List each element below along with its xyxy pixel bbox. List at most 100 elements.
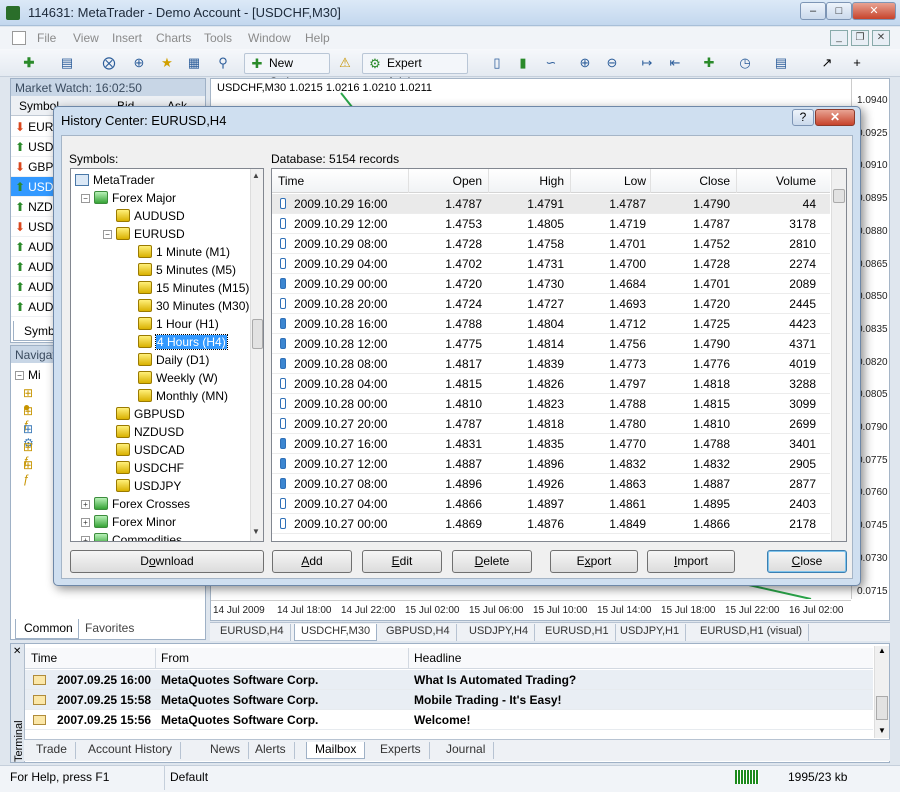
indicators-icon[interactable]: ✚ <box>698 53 720 73</box>
tab-favorites[interactable]: Favorites <box>85 621 134 635</box>
table-row[interactable]: 2009.10.27 20:00 1.4787 1.4818 1.4780 1.4810… <box>272 414 830 434</box>
chart-tab[interactable]: EURUSD,H4 <box>214 624 291 641</box>
chart-tab[interactable]: GBPUSD,H4 <box>380 624 457 641</box>
profiles-icon[interactable]: ▤ <box>56 53 78 73</box>
tree-item[interactable]: 1 Minute (M1) <box>75 243 249 261</box>
menu-view[interactable]: View <box>73 31 99 45</box>
autoscroll-icon[interactable]: ↦ <box>636 53 658 73</box>
minimize-button[interactable]: – <box>800 2 826 20</box>
tree-item[interactable]: Weekly (W) <box>75 369 249 387</box>
table-row[interactable]: 2009.10.28 08:00 1.4817 1.4839 1.4773 1.4776… <box>272 354 830 374</box>
data-window-icon[interactable]: ▦ <box>183 53 205 73</box>
favorites-icon[interactable]: ★ <box>156 53 178 73</box>
tree-item[interactable]: AUDUSD <box>75 207 249 225</box>
delete-button[interactable]: Delete <box>452 550 532 573</box>
col-open[interactable]: Open <box>410 174 482 188</box>
tree-item[interactable]: − EURUSD <box>75 225 249 243</box>
zoom-in-icon[interactable]: ⊕ <box>574 53 596 73</box>
mail-row[interactable]: 2007.09.25 16:00 MetaQuotes Software Corp… <box>25 670 873 690</box>
tab-common[interactable]: Common <box>15 619 79 639</box>
terminal-tab-alerts[interactable]: Alerts <box>247 742 295 759</box>
symbols-tree[interactable]: MetaTrader − Forex Major AUDUSD − EURUSD 1 Min… <box>70 168 264 542</box>
tree-item[interactable]: MetaTrader <box>75 171 249 189</box>
dialog-help-button[interactable]: ? <box>792 109 814 126</box>
expand-toggle-icon[interactable]: + <box>81 536 90 541</box>
table-scroll-thumb[interactable] <box>833 189 845 203</box>
menu-help[interactable]: Help <box>305 31 330 45</box>
chart-tab[interactable]: EURUSD,H1 <box>539 624 616 641</box>
tree-scroll-thumb[interactable] <box>252 319 263 349</box>
tree-item[interactable]: GBPUSD <box>75 405 249 423</box>
export-button[interactable]: Export <box>550 550 638 573</box>
terminal-scroll-thumb[interactable] <box>876 696 888 720</box>
expand-toggle-icon[interactable]: − <box>81 194 90 203</box>
tree-item[interactable]: 30 Minutes (M30) <box>75 297 249 315</box>
tree-item[interactable]: USDCAD <box>75 441 249 459</box>
close-button[interactable]: Close <box>767 550 847 573</box>
bar-chart-icon[interactable]: ▯ <box>486 53 508 73</box>
expert-advisors-button[interactable]: ⚙Expert Advisors <box>362 53 468 89</box>
custom-indicators-icon[interactable]: ⊞ ƒ <box>23 440 43 468</box>
zoom-out-icon[interactable]: ⊖ <box>601 53 623 73</box>
scroll-down-icon[interactable]: ▼ <box>878 726 886 735</box>
import-button[interactable]: Import <box>647 550 735 573</box>
tree-item[interactable]: + Forex Crosses <box>75 495 249 513</box>
table-row[interactable]: 2009.10.28 12:00 1.4775 1.4814 1.4756 1.4790… <box>272 334 830 354</box>
alert-icon[interactable]: ⚠ <box>334 53 356 73</box>
col-close[interactable]: Close <box>652 174 730 188</box>
tree-item[interactable]: 1 Hour (H1) <box>75 315 249 333</box>
table-row[interactable]: 2009.10.28 20:00 1.4724 1.4727 1.4693 1.4720… <box>272 294 830 314</box>
tree-item[interactable]: − Forex Major <box>75 189 249 207</box>
chart-shift-icon[interactable]: ⇤ <box>664 53 686 73</box>
col-from[interactable]: From <box>161 651 189 665</box>
history-table[interactable]: Time Open High Low Close Volume 2009.10.29 16… <box>271 168 847 542</box>
mdi-close-button[interactable]: ✕ <box>872 30 890 46</box>
table-row[interactable]: 2009.10.29 00:00 1.4720 1.4730 1.4684 1.4701… <box>272 274 830 294</box>
expand-toggle-icon[interactable]: + <box>81 518 90 527</box>
expand-toggle-icon[interactable]: + <box>81 500 90 509</box>
download-button[interactable]: Download <box>70 550 264 573</box>
terminal-close-icon[interactable]: ✕ <box>13 646 21 657</box>
table-row[interactable]: 2009.10.27 04:00 1.4866 1.4897 1.4861 1.4895… <box>272 494 830 514</box>
chart-tab[interactable]: USDJPY,H1 <box>614 624 687 641</box>
col-time[interactable]: Time <box>278 174 402 188</box>
table-row[interactable]: 2009.10.28 04:00 1.4815 1.4826 1.4797 1.4818… <box>272 374 830 394</box>
tree-item[interactable]: USDCHF <box>75 459 249 477</box>
scripts-icon[interactable]: ⊞ ƒ <box>23 458 43 486</box>
terminal-tab-experts[interactable]: Experts <box>372 742 430 759</box>
col-time[interactable]: Time <box>31 651 57 665</box>
tree-item[interactable]: + Commodities <box>75 531 249 541</box>
table-row[interactable]: 2009.10.27 08:00 1.4896 1.4926 1.4863 1.4887… <box>272 474 830 494</box>
mail-row[interactable]: 2007.09.25 15:58 MetaQuotes Software Corp… <box>25 690 873 710</box>
mdi-restore-button[interactable]: ❐ <box>851 30 869 46</box>
chart-tab[interactable]: EURUSD,H1 (visual) <box>694 624 810 641</box>
add-button[interactable]: Add <box>272 550 352 573</box>
col-low[interactable]: Low <box>572 174 646 188</box>
dialog-close-icon[interactable]: ✕ <box>815 109 855 126</box>
menu-insert[interactable]: Insert <box>112 31 142 45</box>
scroll-up-icon[interactable]: ▲ <box>252 171 260 180</box>
tree-item[interactable]: 4 Hours (H4) <box>75 333 249 351</box>
table-row[interactable]: 2009.10.29 04:00 1.4702 1.4731 1.4700 1.4728… <box>272 254 830 274</box>
edit-button[interactable]: Edit <box>362 550 442 573</box>
tree-item[interactable]: Daily (D1) <box>75 351 249 369</box>
maximize-button[interactable]: □ <box>826 2 852 20</box>
table-row[interactable]: 2009.10.27 16:00 1.4831 1.4835 1.4770 1.4788… <box>272 434 830 454</box>
zoom-window-icon[interactable]: ⚲ <box>212 53 234 73</box>
expand-toggle-icon[interactable]: − <box>103 230 112 239</box>
crosshair-window-icon[interactable]: ⨂ <box>98 53 120 73</box>
new-chart-icon[interactable]: ✚ <box>18 53 40 73</box>
templates-icon[interactable]: ▤ <box>770 53 792 73</box>
terminal-tab-mailbox[interactable]: Mailbox <box>306 742 366 759</box>
periods-icon[interactable]: ◷ <box>734 53 756 73</box>
scroll-up-icon[interactable]: ▲ <box>878 646 886 655</box>
table-row[interactable]: 2009.10.27 12:00 1.4887 1.4896 1.4832 1.4832… <box>272 454 830 474</box>
line-chart-icon[interactable]: ∽ <box>540 53 562 73</box>
col-volume[interactable]: Volume <box>738 174 816 188</box>
chart-tab[interactable]: USDJPY,H4 <box>463 624 536 641</box>
menu-file[interactable]: File <box>37 31 56 45</box>
col-high[interactable]: High <box>490 174 564 188</box>
tree-item[interactable]: Monthly (MN) <box>75 387 249 405</box>
navigator-icon[interactable]: ⊕ <box>128 53 150 73</box>
table-row[interactable]: 2009.10.29 12:00 1.4753 1.4805 1.4719 1.4787… <box>272 214 830 234</box>
